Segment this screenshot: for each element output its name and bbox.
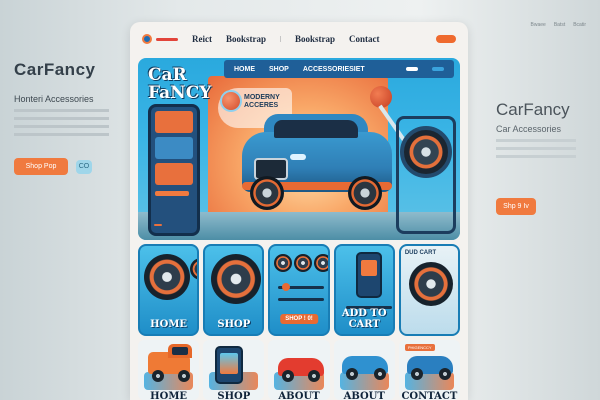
category-about-2[interactable]: ABOUT <box>333 340 395 400</box>
hero-nav-pill[interactable] <box>406 67 418 71</box>
website-mockup: Reict Bookstrap Bookstrap Contact HOME S… <box>130 22 468 400</box>
wheel-icon <box>250 176 284 210</box>
brand-subtitle: Honteri Accessories <box>14 94 94 104</box>
card-sliders[interactable]: SHOP ! 0! <box>268 244 330 336</box>
card-label[interactable]: ADD TO CART <box>336 308 393 330</box>
nav-link-bootstrap-2[interactable]: Bookstrap <box>295 34 335 44</box>
badge-icon <box>220 90 242 112</box>
phone-icon <box>215 346 244 384</box>
hero-title-line: FaNCY <box>148 83 212 103</box>
rim-icon <box>294 254 313 272</box>
nav-separator <box>280 36 282 42</box>
rim-icon <box>190 258 198 280</box>
slider-track[interactable] <box>278 298 325 301</box>
category-label: ABOUT <box>343 391 385 400</box>
card-button[interactable]: SHOP ! 0! <box>280 314 318 324</box>
card-header: DUD CART <box>404 250 437 256</box>
hero-navigation: HOME SHOP ACCESSORIESIET <box>224 60 454 78</box>
top-link[interactable]: Batst <box>554 22 565 28</box>
rim-icon <box>274 254 293 272</box>
slider-knob[interactable] <box>282 283 291 291</box>
wheel-icon <box>348 176 382 210</box>
category-home[interactable]: HOME <box>138 340 200 400</box>
hero-title-line: CaR <box>148 65 187 85</box>
wheel-icon <box>438 368 451 380</box>
wheel-icon <box>410 368 423 380</box>
phone-icon <box>355 252 382 298</box>
rim-icon <box>144 254 190 300</box>
shop-button[interactable]: Shp 9 Iv <box>496 198 536 215</box>
hero-nav-accessories[interactable]: ACCESSORIESIET <box>303 66 365 73</box>
feature-cards-row: HOME SHOP SHOP ! 0! ADD TO CART DUD CART <box>138 244 461 336</box>
shop-now-button[interactable]: Shop Pop <box>14 158 68 175</box>
brand-title: CarFancy <box>496 100 570 119</box>
left-promo-panel: CarFancy Honteri Accessories Shop Pop CO <box>14 60 124 175</box>
rim-icon <box>408 262 453 306</box>
rim-icon <box>314 254 328 272</box>
secondary-button[interactable]: CO <box>76 159 92 174</box>
card-shop[interactable]: SHOP <box>203 244 265 336</box>
card-add-to-cart[interactable]: ADD TO CART <box>333 244 395 336</box>
category-about[interactable]: ABOUT <box>268 340 330 400</box>
nav-link-bootstrap[interactable]: Bookstrap <box>226 34 266 44</box>
card-cart[interactable]: DUD CART <box>398 244 461 336</box>
rim-icon <box>211 254 262 304</box>
category-row: HOME SHOP ABOUT ABOUT PHIGENCCY CONTACT <box>138 340 461 400</box>
category-label: CONTACT <box>401 391 458 400</box>
category-label: ABOUT <box>278 391 320 400</box>
top-link[interactable]: Bwaee <box>531 22 546 28</box>
wheel-icon <box>178 370 190 382</box>
category-contact[interactable]: PHIGENCCY CONTACT <box>398 340 461 400</box>
card-label: SHOP <box>217 319 251 330</box>
truck-window <box>172 347 188 355</box>
top-right-links: Bwaee Batst Bcatir <box>531 22 586 28</box>
top-navigation: Reict Bookstrap Bookstrap Contact <box>130 22 468 56</box>
category-chip: PHIGENCCY <box>404 344 435 351</box>
rim-icon <box>400 126 452 178</box>
top-link[interactable]: Bcatir <box>573 22 586 28</box>
nav-link-contact[interactable]: Contact <box>349 34 380 44</box>
logo-icon[interactable] <box>142 34 152 44</box>
suv-window <box>274 120 358 138</box>
suv-headlight <box>290 154 306 160</box>
wheel-icon <box>373 368 386 380</box>
brand-subtitle: Car Accessories <box>496 124 562 134</box>
right-promo-panel: CarFancy Car Accessories Shp 9 Iv <box>496 100 596 215</box>
brand-title: CarFancy <box>14 60 96 79</box>
hero-tag <box>154 224 162 226</box>
category-label: SHOP <box>217 391 251 400</box>
hero-nav-pill-blue[interactable] <box>432 67 444 71</box>
hero-title: CaR FaNCY <box>148 66 211 102</box>
placeholder-text-lines <box>496 139 596 158</box>
card-home[interactable]: HOME <box>138 244 200 336</box>
nav-link-react[interactable]: Reict <box>192 34 212 44</box>
hero-nav-home[interactable]: HOME <box>234 66 255 73</box>
wheel-icon <box>345 368 358 380</box>
phone-mockup <box>148 104 200 236</box>
logo-bar <box>156 37 178 41</box>
placeholder-text-lines <box>14 109 124 136</box>
hero-banner: HOME SHOP ACCESSORIESIET CaR FaNCY MODER… <box>138 58 460 240</box>
category-label: HOME <box>150 391 188 400</box>
nav-cta-button[interactable] <box>436 35 456 43</box>
card-label: HOME <box>150 319 188 330</box>
hero-nav-shop[interactable]: SHOP <box>269 66 289 73</box>
category-shop[interactable]: SHOP <box>203 340 265 400</box>
wheel-icon <box>152 370 164 382</box>
